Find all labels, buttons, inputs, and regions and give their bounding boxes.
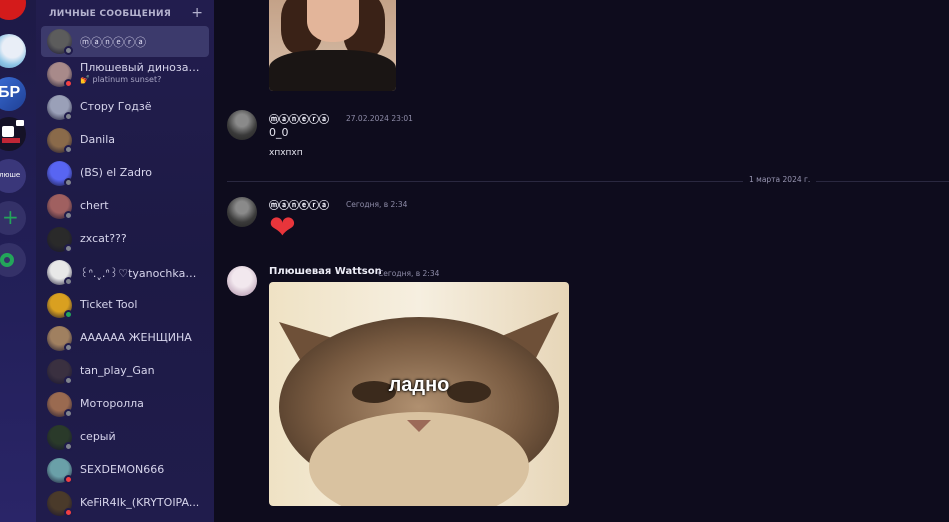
date-divider-label: 1 марта 2024 г. bbox=[743, 175, 817, 184]
server-label: Плюше bbox=[0, 171, 21, 179]
status-indicator bbox=[64, 244, 73, 253]
dm-name: Стору Годзё bbox=[80, 100, 152, 113]
message-avatar[interactable] bbox=[227, 110, 257, 140]
status-indicator bbox=[64, 343, 73, 352]
add-server-button[interactable]: + bbox=[0, 201, 26, 235]
message-author[interactable]: Плюшевая Wattson bbox=[269, 266, 382, 277]
message-text: хпхпхп bbox=[269, 148, 303, 158]
compass-icon bbox=[0, 253, 14, 267]
status-indicator bbox=[64, 376, 73, 385]
message-avatar[interactable] bbox=[227, 266, 257, 296]
dm-item[interactable]: АААААА ЖЕНЩИНА bbox=[41, 323, 209, 354]
dm-item[interactable]: Ticket Tool bbox=[41, 290, 209, 321]
image-caption: ладно bbox=[388, 374, 450, 396]
dm-item[interactable]: chert bbox=[41, 191, 209, 222]
dm-name: Ticket Tool bbox=[80, 298, 138, 311]
status-indicator bbox=[64, 145, 73, 154]
dm-item[interactable]: SEXDEMON666 bbox=[41, 455, 209, 486]
dm-name: серый bbox=[80, 430, 116, 443]
status-indicator bbox=[64, 211, 73, 220]
dm-item[interactable]: zxcat??? bbox=[41, 224, 209, 255]
dm-item[interactable]: Стору Годзё bbox=[41, 92, 209, 123]
dm-name: ⓜⓐⓝⓔⓡⓐ bbox=[80, 36, 146, 49]
server-red-icon[interactable] bbox=[0, 0, 26, 20]
dm-name: Danila bbox=[80, 133, 116, 146]
dm-name: АААААА ЖЕНЩИНА bbox=[80, 331, 192, 344]
chat-area: ⓜⓐⓝⓔⓡⓐ 27.02.2024 23:01 0_0 хпхпхп 1 мар… bbox=[214, 0, 949, 522]
dm-name: (BS) el Zadro bbox=[80, 166, 153, 179]
dm-name: SEXDEMON666 bbox=[80, 463, 165, 476]
status-indicator bbox=[64, 277, 73, 286]
dm-item[interactable]: KeFiR4Ik_(KRYTOIPA... bbox=[41, 488, 209, 519]
status-indicator bbox=[64, 178, 73, 187]
dm-name: Плюшевый динозав... bbox=[80, 61, 205, 74]
dm-item[interactable]: ⓜⓐⓝⓔⓡⓐ bbox=[41, 26, 209, 57]
server-gbr-icon[interactable]: БР bbox=[0, 77, 26, 111]
message-text: 0_0 bbox=[269, 126, 289, 139]
status-indicator bbox=[64, 310, 73, 319]
server-rail: БР Плюше + bbox=[0, 0, 36, 522]
discover-button[interactable] bbox=[0, 243, 26, 277]
dm-name: ꒰ᐢ.ˬ.ᐢ꒱♡tyanochka♡... bbox=[80, 267, 205, 280]
dm-name: Моторолла bbox=[80, 397, 144, 410]
server-anime-icon[interactable] bbox=[0, 34, 26, 68]
status-indicator bbox=[64, 508, 73, 517]
message-timestamp: Сегодня, в 2:34 bbox=[346, 200, 408, 209]
dm-item[interactable]: ꒰ᐢ.ˬ.ᐢ꒱♡tyanochka♡... bbox=[41, 257, 209, 288]
dm-item[interactable]: (BS) el Zadro bbox=[41, 158, 209, 189]
dm-item[interactable]: Плюшевый динозав... 💅 platinum sunset? bbox=[41, 59, 209, 90]
dm-name: zxcat??? bbox=[80, 232, 127, 245]
message-author[interactable]: ⓜⓐⓝⓔⓡⓐ bbox=[269, 111, 329, 126]
status-indicator bbox=[64, 475, 73, 484]
cat-meme-image[interactable]: ладно bbox=[269, 282, 569, 506]
dm-sidebar: ЛИЧНЫЕ СООБЩЕНИЯ + ⓜⓐⓝⓔⓡⓐ Плюшевый диноза… bbox=[36, 0, 214, 522]
message-timestamp: Сегодня, в 2:34 bbox=[378, 269, 440, 278]
dm-item[interactable]: tan_play_Gan bbox=[41, 356, 209, 387]
dm-item[interactable]: Danila bbox=[41, 125, 209, 156]
server-unread-badge-icon bbox=[16, 120, 24, 126]
status-indicator bbox=[64, 442, 73, 451]
dm-item[interactable]: серый bbox=[41, 422, 209, 453]
dm-name: chert bbox=[80, 199, 109, 212]
date-divider-line bbox=[227, 181, 949, 182]
create-dm-button[interactable]: + bbox=[191, 5, 203, 21]
photo-attachment[interactable] bbox=[269, 0, 396, 91]
dm-name: KeFiR4Ik_(KRYTOIPA... bbox=[80, 496, 200, 509]
dm-section-header: ЛИЧНЫЕ СООБЩЕНИЯ bbox=[49, 9, 172, 19]
heart-emoji: ❤ bbox=[269, 208, 296, 246]
plus-icon: + bbox=[2, 205, 19, 229]
message-timestamp: 27.02.2024 23:01 bbox=[346, 114, 413, 123]
dm-item[interactable]: Моторолла bbox=[41, 389, 209, 420]
status-indicator bbox=[64, 112, 73, 121]
status-indicator bbox=[64, 79, 73, 88]
dm-status-text: 💅 platinum sunset? bbox=[80, 75, 162, 84]
dm-name: tan_play_Gan bbox=[80, 364, 155, 377]
server-plushe-icon[interactable]: Плюше bbox=[0, 159, 26, 193]
message-avatar[interactable] bbox=[227, 197, 257, 227]
status-indicator bbox=[64, 409, 73, 418]
status-indicator bbox=[64, 46, 73, 55]
